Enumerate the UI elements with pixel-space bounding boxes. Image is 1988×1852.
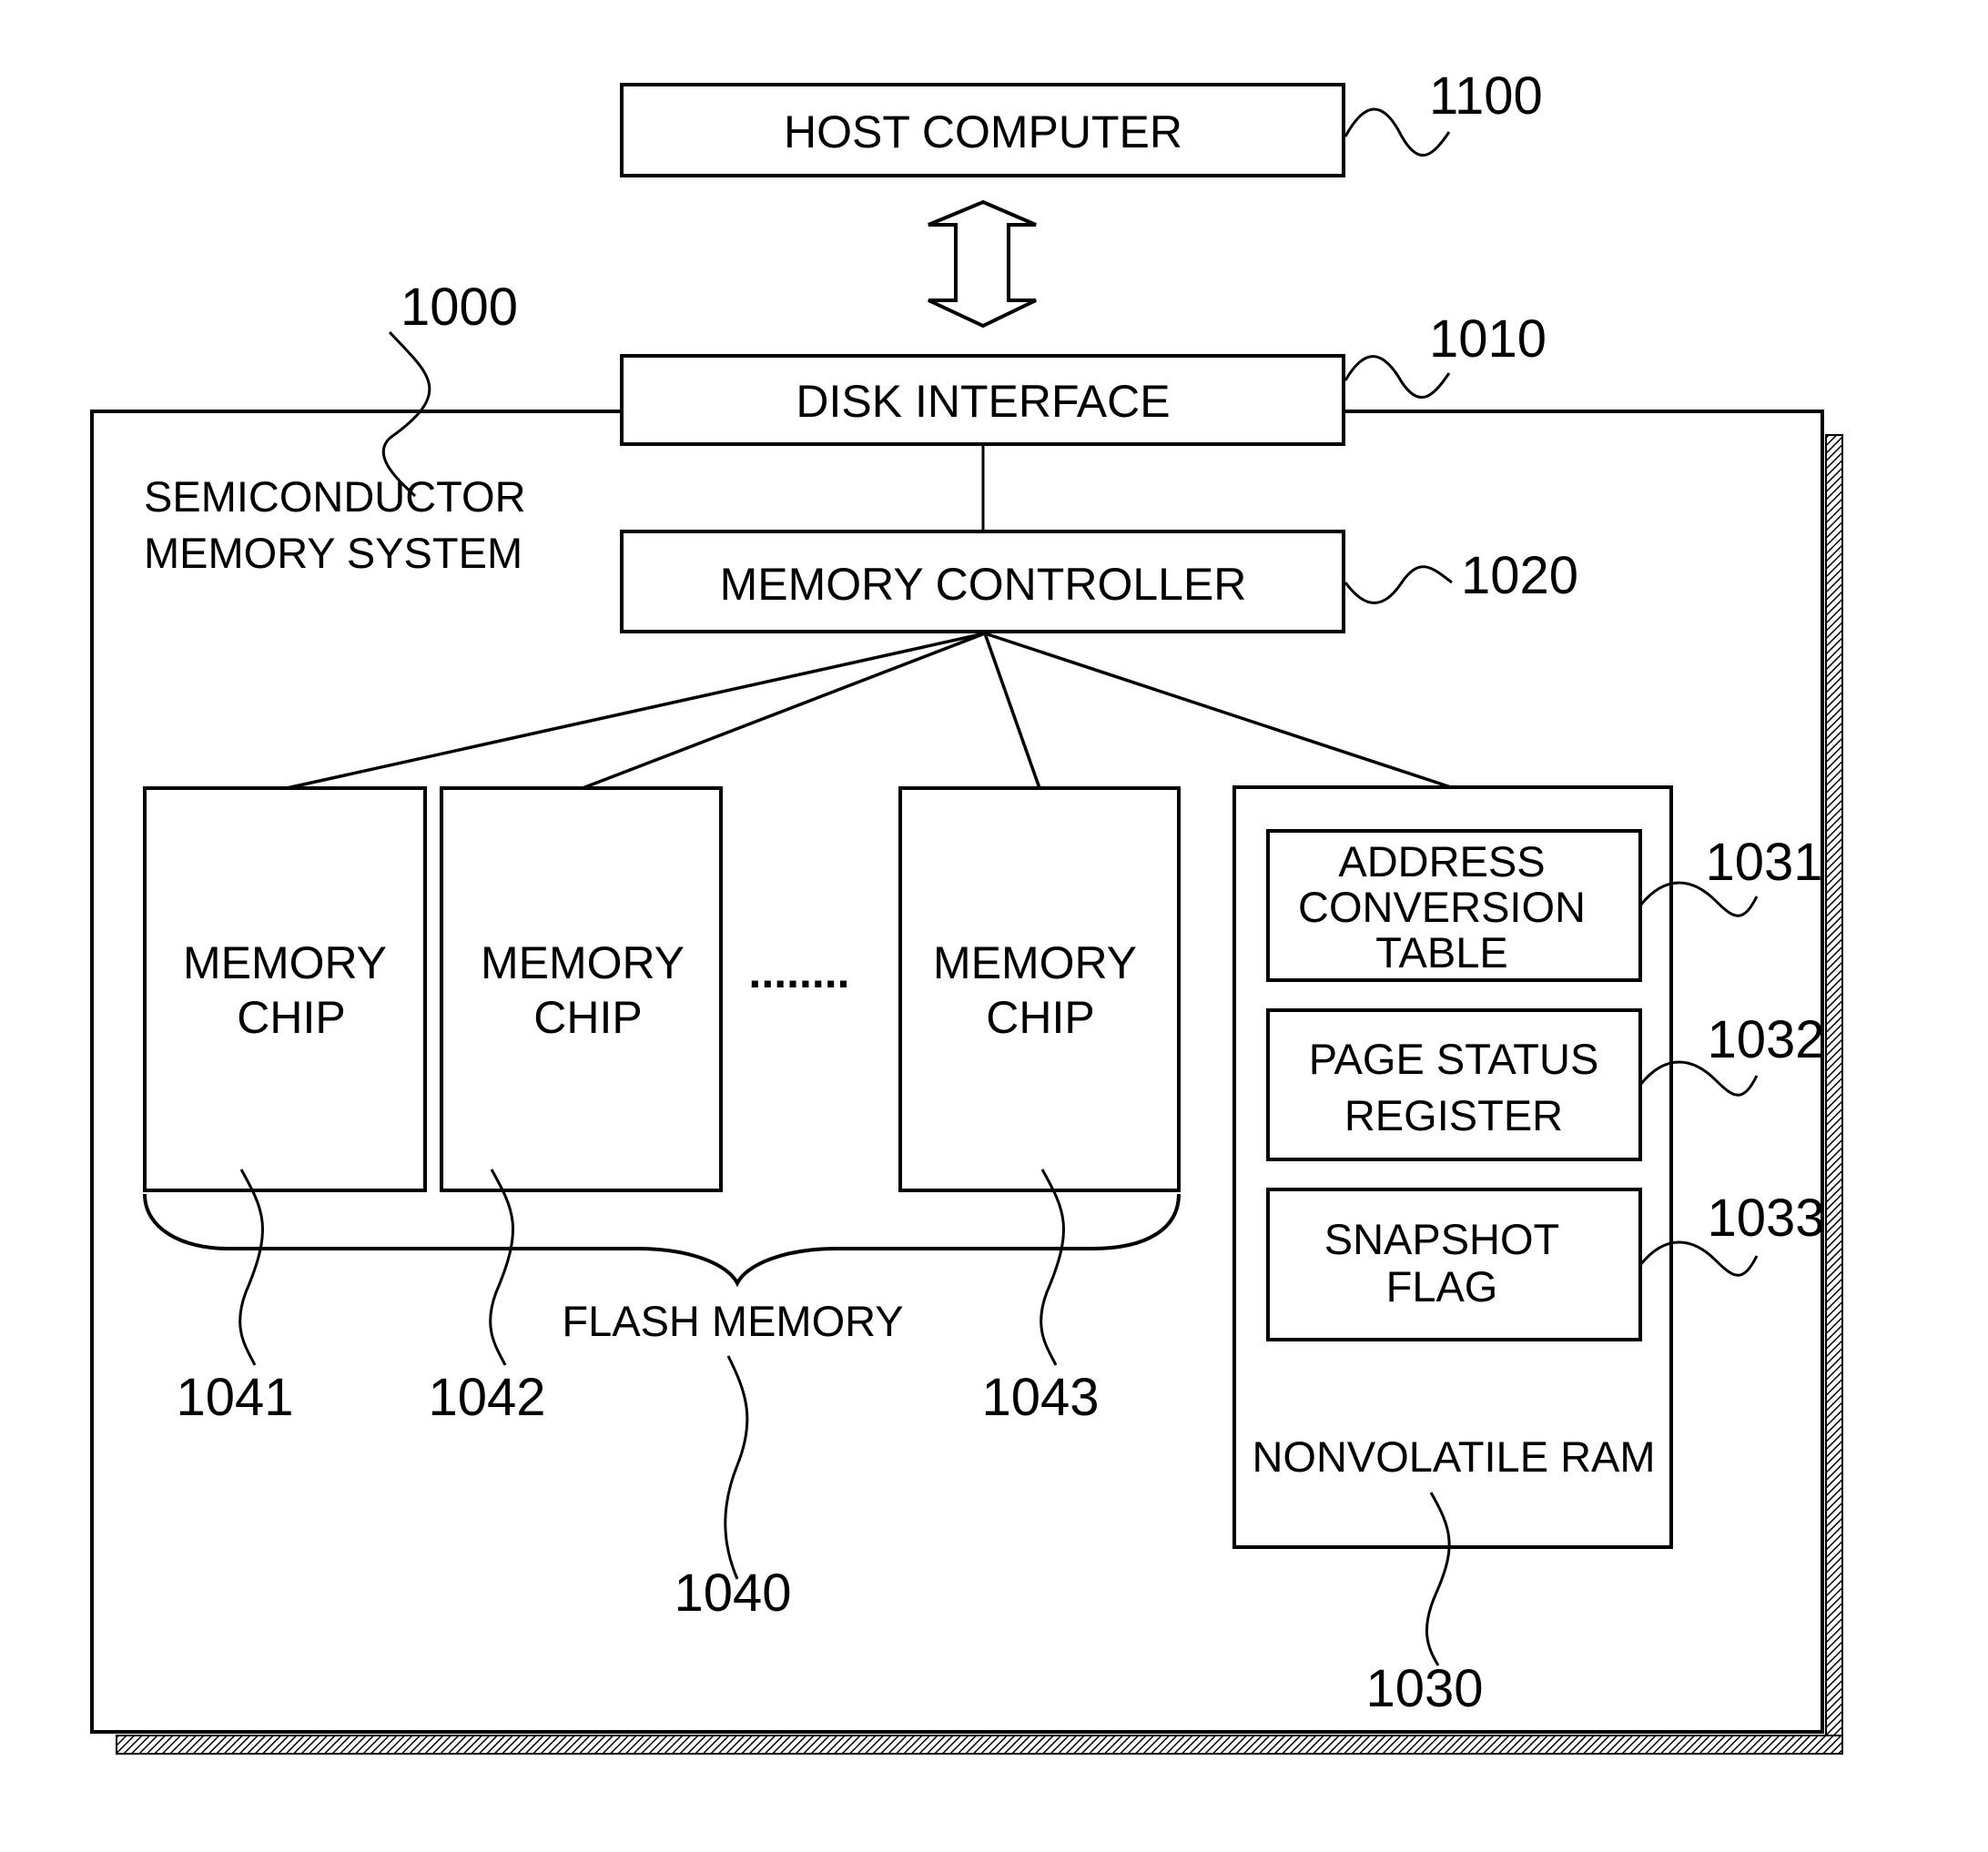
ref-1043: 1043 bbox=[981, 1368, 1099, 1427]
snapshot-flag-line-2: FLAG bbox=[1386, 1262, 1498, 1311]
memory-chip-1042: MEMORY CHIP bbox=[440, 786, 723, 1192]
chip-1042-label-line-2: CHIP bbox=[533, 992, 642, 1043]
ref-1100: 1100 bbox=[1429, 66, 1543, 126]
address-conversion-table-box: ADDRESS CONVERSION TABLE bbox=[1266, 829, 1642, 982]
flash-memory-label: FLASH MEMORY bbox=[562, 1297, 903, 1345]
system-label-line-2: MEMORY SYSTEM bbox=[144, 529, 522, 577]
memory-controller-label: MEMORY CONTROLLER bbox=[720, 559, 1247, 610]
snapshot-flag-line-1: SNAPSHOT bbox=[1324, 1215, 1560, 1263]
address-conversion-line-2: CONVERSION bbox=[1298, 883, 1586, 931]
ref-1010: 1010 bbox=[1429, 309, 1547, 369]
chip-1042-label-line-1: MEMORY bbox=[481, 937, 685, 988]
address-conversion-line-3: TABLE bbox=[1375, 928, 1507, 977]
chips-ellipsis: ........ bbox=[748, 946, 849, 997]
ref-1031: 1031 bbox=[1705, 833, 1822, 892]
ref-1032: 1032 bbox=[1707, 1010, 1824, 1069]
snapshot-flag-box: SNAPSHOT FLAG bbox=[1266, 1188, 1642, 1341]
chip-1041-label-line-2: CHIP bbox=[237, 992, 345, 1043]
ref-1030: 1030 bbox=[1365, 1659, 1483, 1718]
nonvolatile-ram-label: NONVOLATILE RAM bbox=[1252, 1432, 1655, 1481]
page-status-register-box: PAGE STATUS REGISTER bbox=[1266, 1008, 1642, 1161]
ref-1040: 1040 bbox=[674, 1564, 791, 1623]
page-status-line-2: REGISTER bbox=[1344, 1091, 1563, 1139]
bidirectional-arrow-icon bbox=[928, 199, 1037, 329]
block-diagram: SEMICONDUCTOR MEMORY SYSTEM 1000 HOST CO… bbox=[90, 66, 1843, 1755]
ref-1042: 1042 bbox=[428, 1368, 545, 1427]
system-label-line-1: SEMICONDUCTOR bbox=[144, 472, 526, 521]
memory-chip-1041: MEMORY CHIP bbox=[143, 786, 427, 1192]
chip-1043-label-line-2: CHIP bbox=[986, 992, 1094, 1043]
address-conversion-line-1: ADDRESS bbox=[1338, 837, 1545, 886]
ref-1000: 1000 bbox=[401, 278, 518, 337]
ref-1020: 1020 bbox=[1461, 546, 1578, 605]
chip-1043-label-line-1: MEMORY bbox=[933, 937, 1137, 988]
ref-1033: 1033 bbox=[1707, 1189, 1824, 1248]
host-computer-label: HOST COMPUTER bbox=[784, 106, 1182, 157]
ref-1041: 1041 bbox=[176, 1368, 293, 1427]
chip-1041-label-line-1: MEMORY bbox=[183, 937, 387, 988]
memory-chip-1043: MEMORY CHIP bbox=[898, 786, 1181, 1192]
disk-interface-label: DISK INTERFACE bbox=[796, 376, 1170, 427]
page-status-line-1: PAGE STATUS bbox=[1309, 1035, 1599, 1083]
